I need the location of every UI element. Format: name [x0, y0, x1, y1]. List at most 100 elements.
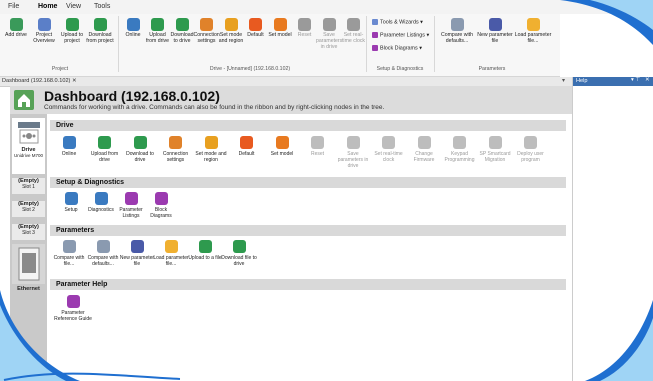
upload-icon [151, 18, 164, 31]
parameters-compare-button[interactable]: Compare with defaults... [85, 240, 121, 267]
drive-model-button[interactable]: Set model [264, 136, 300, 157]
menu-tab-home[interactable]: Home [38, 3, 57, 10]
new-file-icon [130, 240, 144, 253]
close-icon[interactable]: ✕ [645, 77, 650, 83]
parameters-download-file-button[interactable]: Download file to drive [221, 240, 257, 267]
module-node[interactable] [12, 244, 45, 284]
ribbon-save-button[interactable]: Save parameters in drive [316, 18, 342, 50]
help-info-button[interactable]: Parameter Reference Guide [53, 295, 93, 322]
model-icon [275, 136, 289, 149]
section-header-drive: Drive [50, 120, 566, 131]
parameters-new-file-button[interactable]: New parameter file [119, 240, 155, 267]
drive-button-label: Upload from drive [90, 151, 119, 163]
dashboard-header: Dashboard (192.168.0.102) Commands for w… [10, 86, 572, 114]
menu-bar: File Home View Tools [0, 0, 653, 14]
ribbon-default-button[interactable]: Default [243, 18, 269, 38]
drive-reset-button[interactable]: Reset [300, 136, 336, 157]
download-icon [175, 18, 189, 31]
drive-connection-button[interactable]: Connection settings [158, 136, 194, 163]
compare-icon [96, 240, 110, 253]
block-diagram-icon [154, 192, 168, 205]
mode-icon [224, 18, 238, 31]
ethernet-node[interactable]: Ethernet [12, 286, 45, 296]
connection-icon [200, 18, 213, 31]
ribbon-upload-button[interactable]: Upload from drive [145, 18, 171, 44]
drive-button-label: Set real-time clock [374, 151, 403, 163]
tab-dashboard[interactable]: Dashboard (192.168.0.102) ✕ [2, 78, 77, 84]
add-drive-icon [9, 18, 23, 31]
mode-icon [204, 136, 218, 149]
wrench-icon [64, 192, 78, 205]
tab-dashboard-label: Dashboard (192.168.0.102) [2, 78, 71, 84]
drive-node[interactable]: Drive Unidrive M700 [12, 118, 45, 174]
model-icon [273, 18, 287, 31]
drive-firmware-button[interactable]: Change Firmware [406, 136, 442, 163]
drive-online-button[interactable]: Online [51, 136, 87, 157]
ribbon-button-label: New parameter file [477, 32, 513, 44]
pin-icon[interactable]: ▾ ⊤ [631, 77, 640, 83]
drive-clock-button[interactable]: Set real-time clock [371, 136, 407, 163]
parameter-listings-menu[interactable]: Parameter Listings ▾ [372, 32, 429, 38]
ribbon-download-button[interactable]: Download from project [86, 18, 114, 44]
drive-save-button[interactable]: Save parameters in drive [335, 136, 371, 169]
drive-mode-button[interactable]: Set mode and region [193, 136, 229, 163]
ribbon-new-file-button[interactable]: New parameter file [476, 18, 514, 44]
ribbon-model-button[interactable]: Set model [267, 18, 293, 38]
drive-deploy-button[interactable]: Deploy user program [513, 136, 549, 163]
ribbon-mode-button[interactable]: Set mode and region [218, 18, 244, 44]
setup-wrench-button[interactable]: Setup [55, 192, 87, 213]
drive-button-label: Connection settings [162, 151, 189, 163]
ribbon-upload-button[interactable]: Upload to project [58, 18, 86, 44]
ribbon-clock-button[interactable]: Set real-time clock [341, 18, 367, 44]
parameters-upload-file-button[interactable]: Upload to a file [187, 240, 223, 261]
info-icon [66, 295, 80, 308]
setup-diagnostics-button[interactable]: Diagnostics [85, 192, 117, 213]
drive-download-button[interactable]: Download to drive [122, 136, 158, 163]
tools-wizards-menu[interactable]: Tools & Wizards ▾ [372, 19, 423, 25]
ribbon-download-button[interactable]: Download to drive [169, 18, 195, 44]
section-title: Parameter Help [56, 281, 108, 288]
ribbon-connection-button[interactable]: Connection settings [194, 18, 220, 44]
ribbon-folder-button[interactable]: Load parameter file... [514, 18, 552, 44]
menu-tab-view[interactable]: View [66, 3, 81, 10]
ribbon-reset-button[interactable]: Reset [292, 18, 318, 38]
ribbon-online-button[interactable]: Online [120, 18, 146, 38]
ribbon-group-label-project: Project [51, 66, 69, 72]
folder-icon [526, 18, 540, 31]
default-icon [240, 136, 253, 149]
ribbon-compare-button[interactable]: Compare with defaults... [438, 18, 476, 44]
ribbon-group-label-parameters: Parameters [478, 66, 506, 72]
ethernet-label: Ethernet [17, 286, 40, 292]
parameters-compare-file-button[interactable]: Compare with file... [51, 240, 87, 267]
setup-block-diagram-button[interactable]: Block Diagrams [145, 192, 177, 219]
slot-1-node[interactable]: (Empty) Slot 1 [12, 178, 45, 194]
slot-sub: Slot 1 [22, 184, 35, 190]
drive-default-button[interactable]: Default [229, 136, 265, 157]
menu-tab-tools[interactable]: Tools [94, 3, 110, 10]
drive-keypad-button[interactable]: Keypad Programming [442, 136, 478, 163]
ribbon-button-label: Compare with defaults... [440, 32, 473, 44]
drive-button-label: SP Smartcard Migration [479, 151, 511, 163]
download-file-icon [232, 240, 246, 253]
parameters-folder-button[interactable]: Load parameter file... [153, 240, 189, 267]
ribbon-grid-button[interactable]: Project Overview [30, 18, 58, 44]
download-icon [93, 18, 107, 31]
slot-2-node[interactable]: (Empty) Slot 2 [12, 201, 45, 217]
ribbon-button-label: Load parameter file... [514, 32, 552, 44]
block-diagrams-menu[interactable]: Block Diagrams ▾ [372, 45, 422, 51]
chevron-down-icon[interactable]: ▾ [562, 77, 565, 84]
drive-button-label: Set mode and region [195, 151, 227, 163]
close-icon[interactable]: ✕ [72, 78, 77, 84]
section-header-parameters: Parameters [50, 225, 566, 236]
menu-tab-file[interactable]: File [8, 3, 19, 10]
parameters-button-label: Load parameter file... [153, 255, 189, 267]
drive-upload-button[interactable]: Upload from drive [87, 136, 123, 163]
section-header-setup: Setup & Diagnostics [50, 177, 566, 188]
ribbon-button-label: Add drive [5, 32, 27, 38]
drive-smartcard-button[interactable]: SP Smartcard Migration [477, 136, 513, 163]
setup-listing-button[interactable]: Parameter Listings [115, 192, 147, 219]
slot-3-node[interactable]: (Empty) Slot 3 [12, 224, 45, 240]
ribbon-group-label-setup: Setup & Diagnostics [376, 66, 424, 72]
ribbon-button-label: Download to drive [170, 32, 194, 44]
ribbon-add-drive-button[interactable]: Add drive [2, 18, 30, 38]
